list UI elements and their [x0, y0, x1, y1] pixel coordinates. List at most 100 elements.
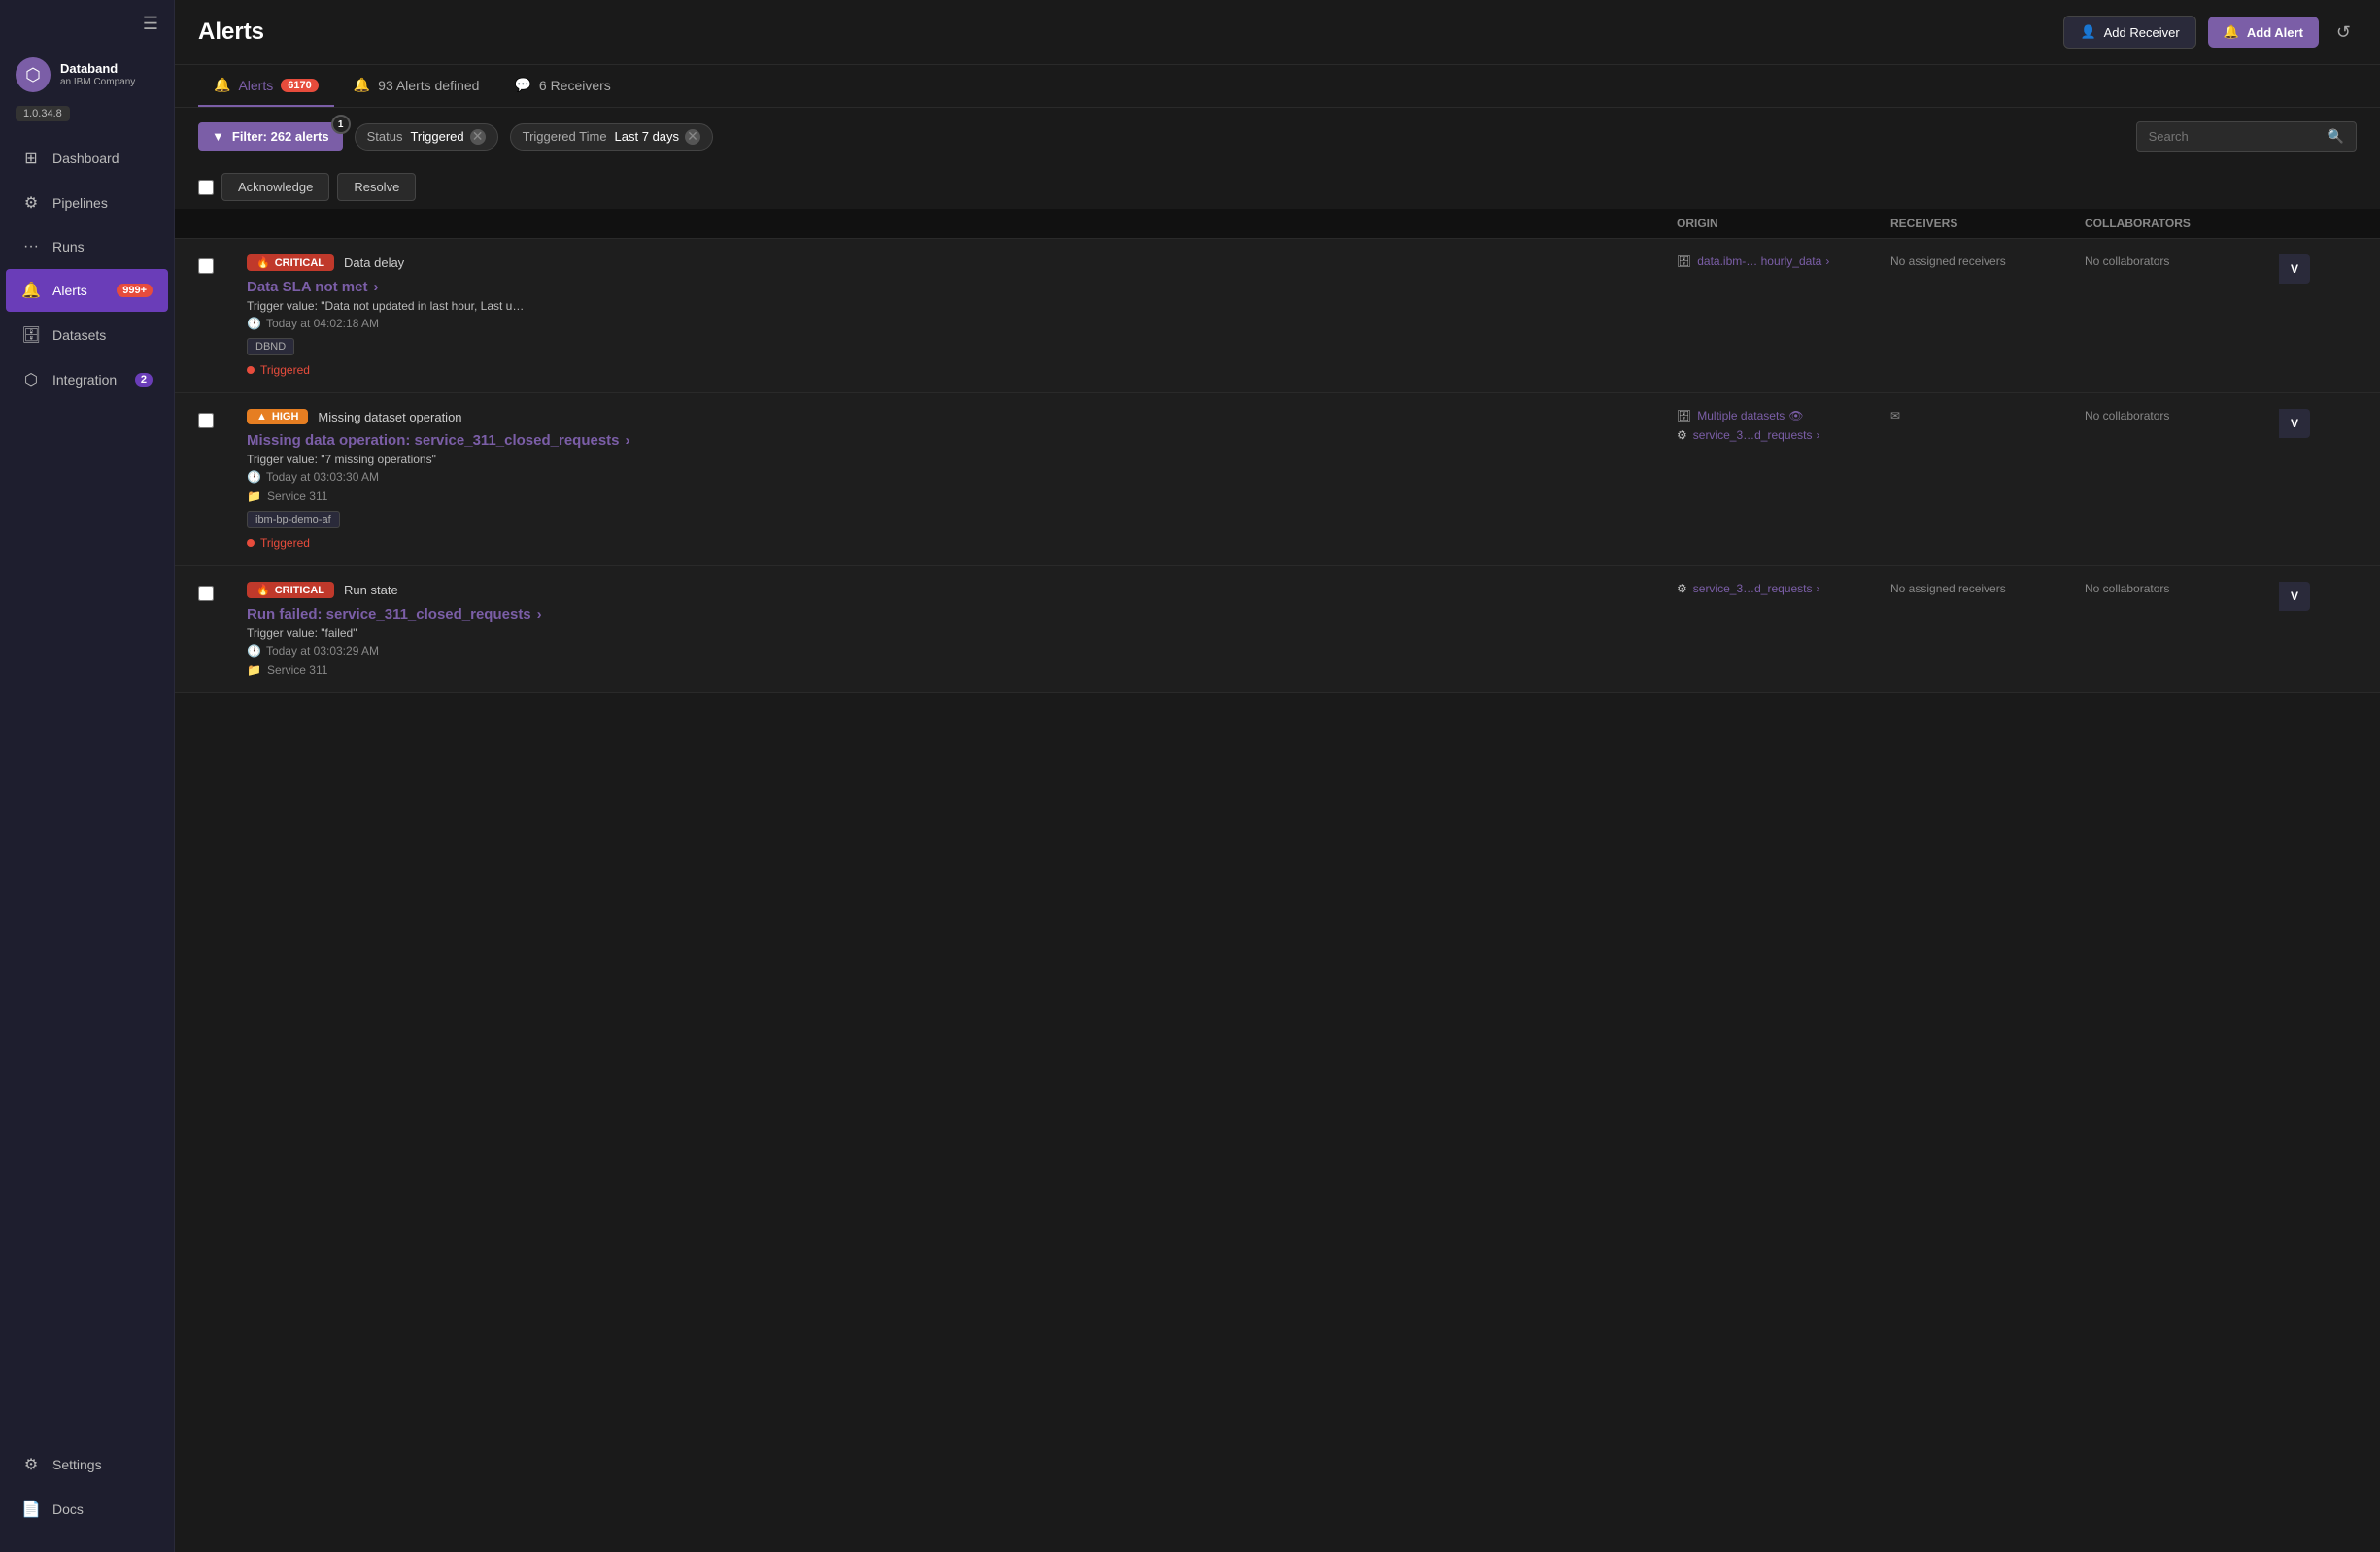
row2-origin-pipeline: ⚙ service_3…d_requests ›: [1677, 428, 1890, 442]
filter-label: Filter: 262 alerts: [232, 129, 329, 144]
row2-select[interactable]: [198, 413, 214, 428]
eye-icon: 👁: [1788, 409, 1803, 422]
row1-origin-link[interactable]: data.ibm-… hourly_data ›: [1697, 254, 1829, 268]
pipeline-icon: ⚙: [1677, 428, 1687, 442]
row3-severity-row: 🔥 CRITICAL Run state: [247, 582, 1661, 598]
tabs-bar: 🔔 Alerts 6170 🔔 93 Alerts defined 💬 6 Re…: [175, 65, 2380, 108]
sidebar-logo: ⬡ Databand an IBM Company: [0, 48, 174, 100]
row3-pipeline-link[interactable]: service_3…d_requests ›: [1693, 582, 1820, 595]
sidebar-item-datasets[interactable]: 🗄 Datasets: [6, 314, 168, 356]
sidebar-item-alerts[interactable]: 🔔 Alerts 999+: [6, 269, 168, 312]
row2-time: 🕐 Today at 03:03:30 AM: [247, 470, 1661, 484]
acknowledge-button[interactable]: Acknowledge: [221, 173, 329, 201]
chip-time-label: Triggered Time: [523, 129, 607, 144]
refresh-icon: ↺: [2336, 22, 2351, 42]
row1-origin-dataset: 🗄 data.ibm-… hourly_data ›: [1677, 254, 1890, 268]
chevron-right-icon: ›: [626, 432, 630, 449]
sidebar-item-settings[interactable]: ⚙ Settings: [6, 1443, 168, 1486]
row2-trigger-value: Trigger value: "7 missing operations": [247, 453, 1661, 466]
chip-time-value: Last 7 days: [615, 129, 680, 144]
alerts-icon: 🔔: [21, 281, 41, 300]
filter-bar: ▼ Filter: 262 alerts 1 Status Triggered …: [175, 108, 2380, 165]
sidebar-toggle[interactable]: ☰: [0, 0, 174, 48]
table-header: Origin Receivers Collaborators: [175, 209, 2380, 239]
row1-time: 🕐 Today at 04:02:18 AM: [247, 317, 1661, 330]
row1-trigger-value: Trigger value: "Data not updated in last…: [247, 299, 1661, 313]
row3-info: 🔥 CRITICAL Run state Run failed: service…: [247, 582, 1677, 677]
row3-select[interactable]: [198, 586, 214, 601]
email-icon: ✉: [1890, 409, 1900, 422]
row3-time: 🕐 Today at 03:03:29 AM: [247, 644, 1661, 658]
row2-origin-link[interactable]: Multiple datasets 👁: [1697, 409, 1803, 422]
datasets-icon: 🗄: [21, 325, 41, 345]
search-input[interactable]: [2149, 129, 2320, 144]
sidebar-item-docs[interactable]: 📄 Docs: [6, 1488, 168, 1531]
clock-icon: 🕐: [247, 470, 261, 484]
row2-origin: 🗄 Multiple datasets 👁 ⚙ service_3…d_requ…: [1677, 409, 1890, 442]
search-icon: 🔍: [2328, 128, 2344, 145]
pipelines-icon: ⚙: [21, 193, 41, 213]
filter-icon: ▼: [212, 129, 224, 144]
integration-badge: 2: [135, 373, 153, 387]
row2-pipeline-link[interactable]: service_3…d_requests ›: [1693, 428, 1820, 442]
alerts-table: Origin Receivers Collaborators 🔥 CRITICA…: [175, 209, 2380, 1552]
row1-view: V: [2279, 254, 2357, 284]
row2-origin-dataset: 🗄 Multiple datasets 👁: [1677, 409, 1890, 422]
add-receiver-button[interactable]: 👤 Add Receiver: [2063, 16, 2195, 49]
row3-checkbox: [198, 582, 247, 601]
row1-select[interactable]: [198, 258, 214, 274]
row2-type-label: Missing dataset operation: [318, 410, 461, 424]
sidebar-item-pipelines[interactable]: ⚙ Pipelines: [6, 182, 168, 224]
select-all-checkbox[interactable]: [198, 180, 214, 195]
pipeline-icon: ⚙: [1677, 582, 1687, 595]
integration-icon: ⬡: [21, 370, 41, 389]
sidebar-item-dashboard[interactable]: ⊞ Dashboard: [6, 137, 168, 180]
sidebar-label-alerts: Alerts: [52, 283, 87, 298]
high-icon: ▲: [256, 411, 267, 422]
row2-status: Triggered: [247, 536, 1661, 550]
folder-icon: 📁: [247, 489, 261, 503]
dashboard-icon: ⊞: [21, 149, 41, 168]
sidebar-item-runs[interactable]: ··· Runs: [6, 226, 168, 267]
row3-view-button[interactable]: V: [2279, 582, 2310, 611]
col-receivers: Receivers: [1890, 217, 2085, 230]
tab-alerts-label: Alerts: [238, 78, 273, 93]
header-actions: 👤 Add Receiver 🔔 Add Alert ↺: [2063, 16, 2357, 49]
row1-view-button[interactable]: V: [2279, 254, 2310, 284]
row1-receivers: No assigned receivers: [1890, 254, 2085, 268]
chip-status-label: Status: [367, 129, 403, 144]
row1-type-label: Data delay: [344, 255, 404, 270]
filter-button[interactable]: ▼ Filter: 262 alerts 1: [198, 122, 343, 151]
chip-status-close[interactable]: ✕: [470, 129, 486, 145]
tab-alerts-defined[interactable]: 🔔 93 Alerts defined: [338, 65, 495, 107]
refresh-button[interactable]: ↺: [2330, 17, 2357, 49]
row2-info: ▲ HIGH Missing dataset operation Missing…: [247, 409, 1677, 550]
row2-severity-row: ▲ HIGH Missing dataset operation: [247, 409, 1661, 424]
tab-receivers-label: 6 Receivers: [539, 78, 611, 93]
filter-chip-time: Triggered Time Last 7 days ✕: [510, 123, 713, 151]
page-title: Alerts: [198, 18, 264, 46]
add-alert-button[interactable]: 🔔 Add Alert: [2208, 17, 2319, 48]
status-dot: [247, 539, 255, 547]
chip-time-close[interactable]: ✕: [685, 129, 700, 145]
tab-alerts[interactable]: 🔔 Alerts 6170: [198, 65, 334, 107]
row1-origin: 🗄 data.ibm-… hourly_data ›: [1677, 254, 1890, 268]
tab-receivers[interactable]: 💬 6 Receivers: [498, 65, 626, 107]
row3-name-link[interactable]: Run failed: service_311_closed_requests …: [247, 606, 1661, 623]
sidebar-item-integration[interactable]: ⬡ Integration 2: [6, 358, 168, 401]
row2-view: V: [2279, 409, 2357, 438]
row1-checkbox: [198, 254, 247, 274]
row3-collaborators: No collaborators: [2085, 582, 2279, 595]
row3-origin: ⚙ service_3…d_requests ›: [1677, 582, 1890, 595]
chevron-right-icon: ›: [537, 606, 542, 623]
docs-icon: 📄: [21, 1500, 41, 1519]
row2-view-button[interactable]: V: [2279, 409, 2310, 438]
dataset-icon: 🗄: [1677, 409, 1691, 422]
col-info: [247, 217, 1677, 230]
row1-name-link[interactable]: Data SLA not met ›: [247, 279, 1661, 295]
row2-name-link[interactable]: Missing data operation: service_311_clos…: [247, 432, 1661, 449]
resolve-button[interactable]: Resolve: [337, 173, 416, 201]
folder-icon: 📁: [247, 663, 261, 677]
add-alert-icon: 🔔: [2224, 24, 2239, 40]
logo-text: Databand an IBM Company: [60, 61, 135, 88]
